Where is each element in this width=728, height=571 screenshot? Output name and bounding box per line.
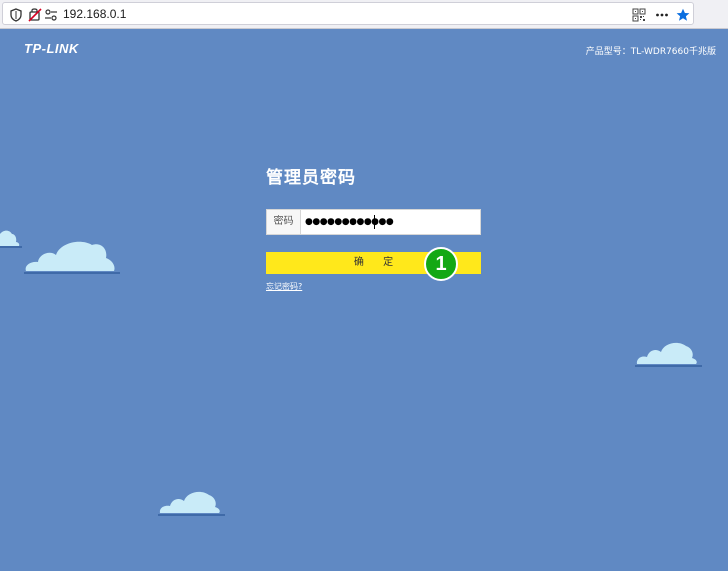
cloud-icon	[24, 241, 120, 274]
page-title: 管理员密码	[266, 168, 356, 188]
password-input[interactable]: ●●●●●●●●●●●●	[305, 210, 394, 234]
permissions-icon[interactable]	[44, 8, 58, 22]
text-caret	[374, 215, 375, 229]
address-bar[interactable]: 192.168.0.1	[2, 2, 694, 25]
qr-code-icon[interactable]	[632, 8, 646, 22]
cloud-icon	[635, 342, 702, 367]
cloud-icon	[158, 491, 225, 516]
forgot-password-link[interactable]: 忘记密码?	[266, 281, 302, 292]
shield-icon[interactable]	[9, 8, 23, 22]
url-text[interactable]: 192.168.0.1	[63, 7, 126, 21]
model-label: 产品型号：TL-WDR7660千兆版	[585, 47, 716, 57]
step-number-badge: 1	[424, 247, 458, 281]
tracking-blocked-icon[interactable]	[28, 8, 42, 22]
more-icon[interactable]	[655, 8, 669, 22]
browser-toolbar: 192.168.0.1	[0, 0, 728, 29]
bookmark-star-icon[interactable]	[676, 8, 690, 22]
password-label: 密码	[267, 210, 301, 234]
password-field[interactable]: 密码 ●●●●●●●●●●●●	[266, 209, 481, 235]
brand-logo: TP-LINK	[24, 41, 79, 56]
